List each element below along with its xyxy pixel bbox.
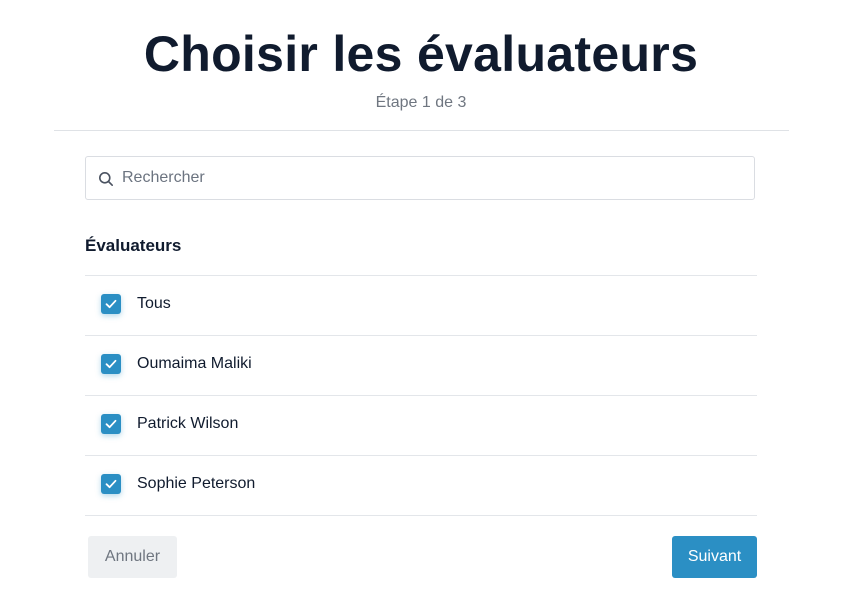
search-input[interactable] [122,157,742,199]
checkbox-checked[interactable] [101,474,121,494]
search-icon [98,171,114,187]
checkbox-checked[interactable] [101,354,121,374]
reviewer-item-patrick-wilson[interactable]: Patrick Wilson [85,396,757,456]
search-box[interactable] [85,156,755,200]
step-indicator: Étape 1 de 3 [375,94,467,111]
header-divider [54,130,789,131]
reviewer-item-sophie-peterson[interactable]: Sophie Peterson [85,456,757,516]
checkbox-checked[interactable] [101,414,121,434]
reviewers-list: Tous Oumaima Maliki Patrick Wilson Sophi… [85,275,757,516]
reviewer-item-all[interactable]: Tous [85,276,757,336]
page-title: Choisir les évaluateurs [143,26,699,82]
reviewer-item-oumaima-maliki[interactable]: Oumaima Maliki [85,336,757,396]
reviewer-label: Sophie Peterson [137,475,256,492]
checkbox-checked[interactable] [101,294,121,314]
reviewer-label: Oumaima Maliki [137,355,252,372]
reviewers-section-title: Évaluateurs [85,236,182,255]
next-button[interactable]: Suivant [672,536,757,578]
reviewer-label: Patrick Wilson [137,415,239,432]
choose-reviewers-page: Choisir les évaluateurs Étape 1 de 3 Éva… [0,0,859,600]
reviewer-label: Tous [137,295,171,312]
cancel-button[interactable]: Annuler [88,536,177,578]
